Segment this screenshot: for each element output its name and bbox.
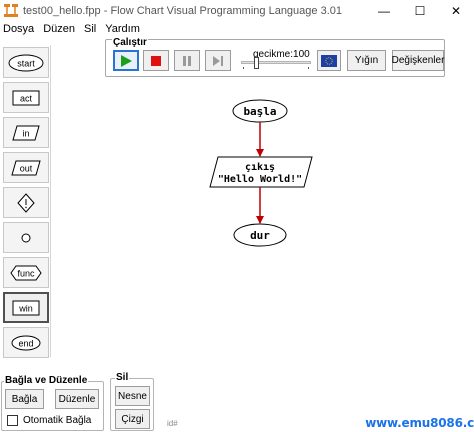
svg-text:in: in — [22, 128, 29, 138]
svg-text:act: act — [20, 93, 33, 103]
window-shape-icon: win — [12, 300, 40, 315]
window-title: test00_hello.fpp - Flow Chart Visual Pro… — [23, 4, 342, 17]
pause-icon — [183, 55, 191, 66]
output-node-line2: "Hello World!" — [218, 174, 302, 185]
process-shape-icon: act — [12, 90, 40, 105]
play-button[interactable] — [113, 50, 139, 71]
terminator-shape-icon: start — [8, 54, 44, 71]
pause-button[interactable] — [174, 50, 200, 71]
svg-text:start: start — [17, 58, 35, 68]
maximize-button[interactable]: ☐ — [402, 0, 438, 21]
palette-out-button[interactable]: out — [3, 152, 49, 183]
end-node[interactable]: dur — [233, 223, 287, 247]
play-icon — [121, 54, 132, 67]
delete-line-button[interactable]: Çizgi — [115, 409, 150, 429]
close-button[interactable]: ✕ — [438, 0, 474, 21]
step-button[interactable] — [205, 50, 231, 71]
step-forward-icon — [213, 55, 223, 66]
palette-win-button[interactable]: win — [3, 292, 49, 323]
connector-shape-icon — [21, 233, 31, 242]
shape-palette: start act in out func win end — [1, 45, 51, 358]
delay-label: gecikme:100 — [253, 49, 310, 60]
svg-text:end: end — [18, 338, 33, 348]
palette-start-button[interactable]: start — [3, 47, 49, 78]
end-shape-icon: end — [11, 335, 41, 350]
auto-connect-checkbox[interactable]: Otomatik Bağla — [7, 415, 91, 426]
output-node[interactable]: çıkış "Hello World!" — [209, 156, 313, 188]
svg-text:out: out — [20, 163, 33, 173]
svg-text:win: win — [18, 303, 33, 313]
connect-button[interactable]: Bağla — [5, 389, 44, 409]
menu-edit[interactable]: Düzen — [40, 23, 81, 35]
delete-object-button[interactable]: Nesne — [115, 386, 150, 406]
language-button[interactable] — [317, 50, 341, 71]
auto-connect-label: Otomatik Bağla — [23, 415, 92, 426]
run-group-legend: Çalıştır — [112, 37, 148, 48]
output-shape-icon: out — [11, 160, 41, 175]
palette-connector-button[interactable] — [3, 222, 49, 253]
variables-button[interactable]: Değişkenler — [392, 50, 444, 71]
output-node-line1: çıkış — [245, 162, 275, 173]
svg-text:func: func — [17, 268, 35, 278]
delete-legend: Sil — [115, 372, 130, 383]
delay-slider-thumb[interactable] — [254, 57, 259, 69]
flag-icon — [321, 54, 337, 67]
minimize-button[interactable]: — — [366, 0, 402, 21]
stop-button[interactable] — [143, 50, 169, 71]
stop-icon — [151, 55, 161, 66]
function-shape-icon: func — [10, 265, 42, 280]
auto-connect-check-box[interactable] — [7, 415, 18, 426]
status-id: id# — [167, 419, 178, 428]
palette-in-button[interactable]: in — [3, 117, 49, 148]
palette-act-button[interactable]: act — [3, 82, 49, 113]
menu-help[interactable]: Yardım — [102, 23, 146, 35]
edit-button[interactable]: Düzenle — [55, 389, 99, 409]
palette-func-button[interactable]: func — [3, 257, 49, 288]
start-node[interactable]: başla — [232, 99, 288, 123]
start-node-label: başla — [243, 105, 276, 118]
palette-decision-button[interactable] — [3, 187, 49, 218]
menu-bar: Dosya Düzen Sil Yardım — [0, 21, 474, 37]
watermark: www.emu8086.c — [365, 416, 474, 430]
stack-button[interactable]: Yığın — [347, 50, 386, 71]
slider-tick — [243, 67, 244, 69]
flowchart-app-icon — [3, 3, 19, 19]
connect-edit-legend: Bağla ve Düzenle — [4, 375, 89, 386]
palette-end-button[interactable]: end — [3, 327, 49, 358]
menu-delete[interactable]: Sil — [81, 23, 102, 35]
end-node-label: dur — [250, 229, 270, 242]
input-shape-icon: in — [12, 125, 40, 140]
decision-shape-icon — [17, 192, 35, 213]
delay-slider-track[interactable] — [241, 61, 311, 64]
flowchart-canvas[interactable]: başla çıkış "Hello World!" dur — [60, 80, 460, 360]
slider-tick — [308, 67, 309, 69]
menu-file[interactable]: Dosya — [0, 23, 40, 35]
title-bar: test00_hello.fpp - Flow Chart Visual Pro… — [0, 0, 474, 21]
